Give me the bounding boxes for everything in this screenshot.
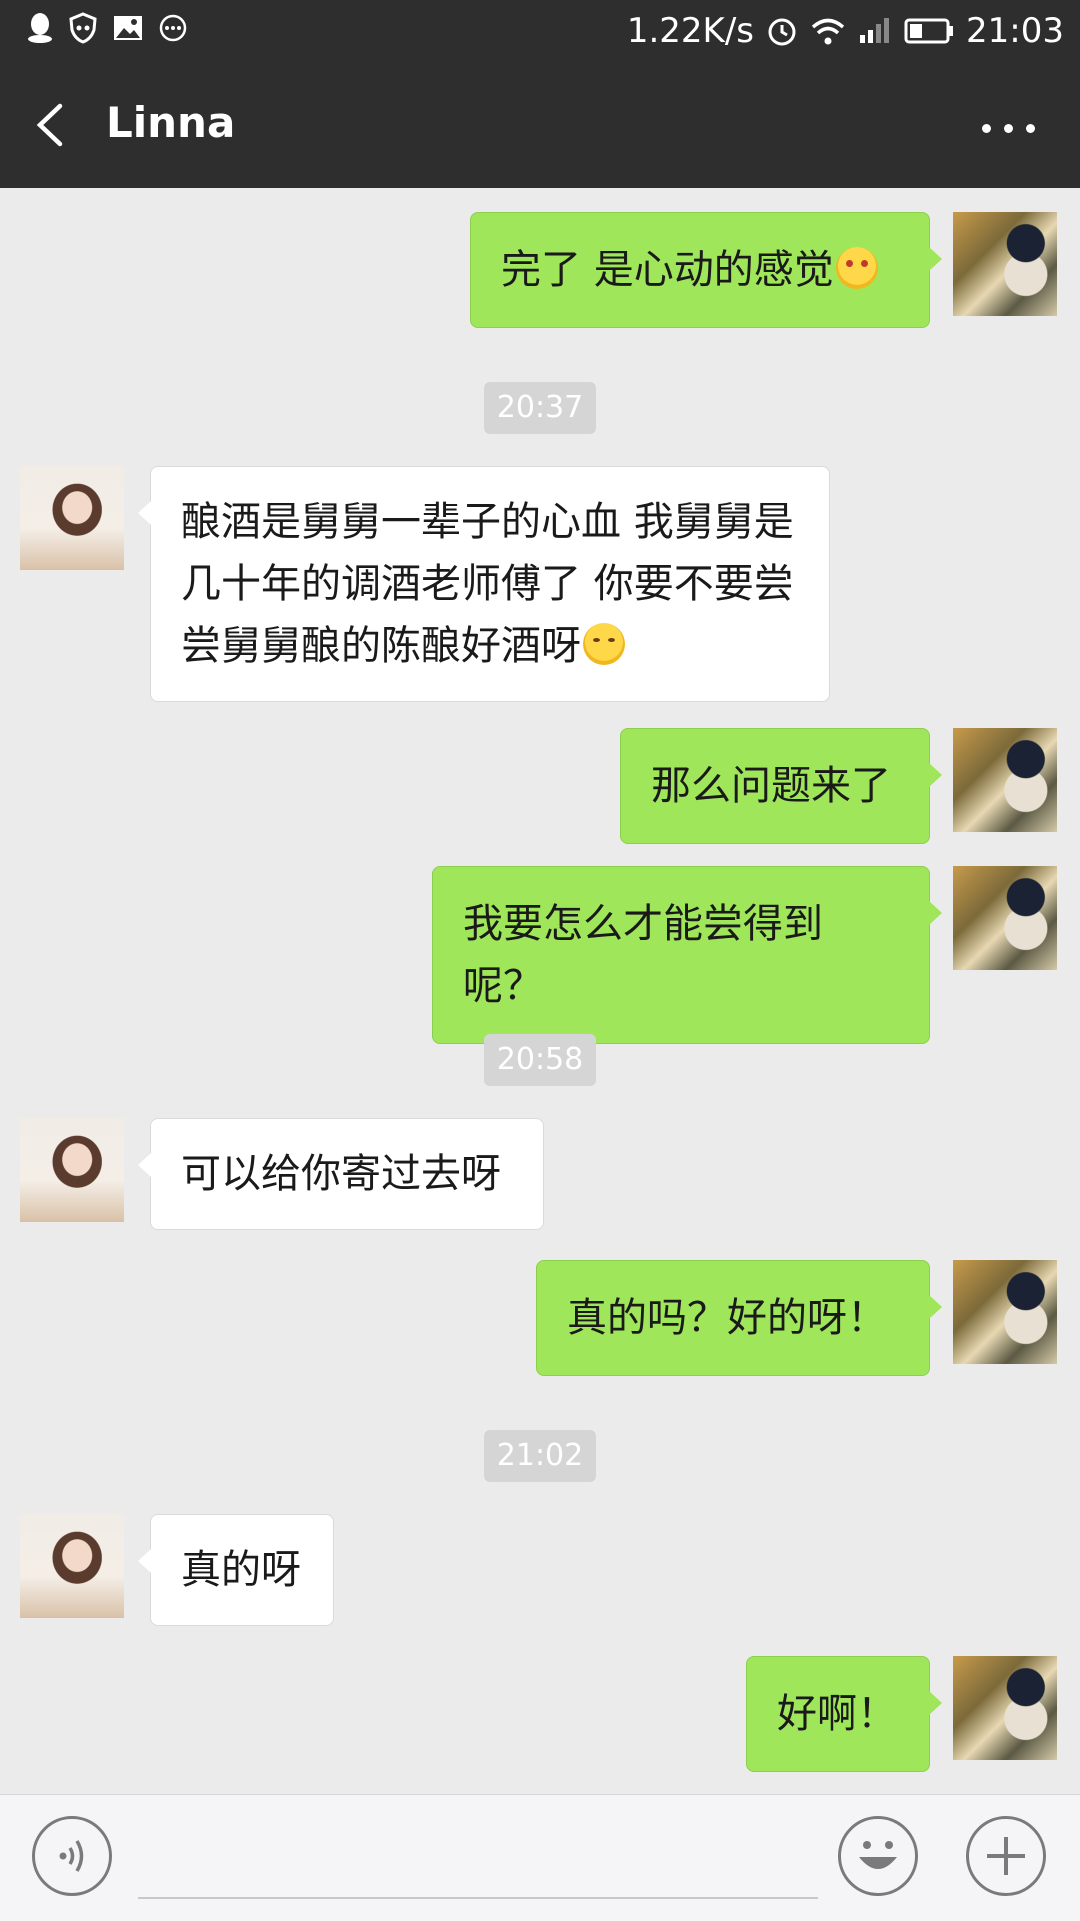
heart-eyes-emoji [835, 247, 878, 289]
message-bubble-outgoing[interactable]: 完了 是心动的感觉 [470, 212, 942, 328]
alarm-icon [768, 18, 796, 46]
avatar-self[interactable] [953, 212, 1057, 316]
shield-icon [69, 12, 97, 44]
notification-icons [26, 12, 188, 44]
message-bubble-outgoing[interactable]: 那么问题来了 [620, 728, 942, 844]
more-dot [1026, 124, 1035, 133]
smiley-icon [859, 1841, 897, 1869]
signal-icon [860, 18, 890, 43]
wifi-icon [811, 18, 845, 45]
avatar-linna[interactable] [20, 1118, 124, 1222]
chat-title: Linna [106, 98, 236, 147]
qq-icon [28, 13, 52, 43]
title-bar: Linna [0, 62, 1080, 188]
back-button[interactable] [30, 92, 90, 158]
chat-message-list[interactable]: 完了 是心动的感觉 20:37 酿酒是舅舅一辈子的心血 我舅舅是几十年的调酒老师… [0, 188, 1080, 1794]
message-input[interactable] [138, 1825, 822, 1895]
more-dot [982, 124, 991, 133]
more-dot [1004, 124, 1013, 133]
avatar-self[interactable] [953, 1656, 1057, 1760]
message-bubble-outgoing[interactable]: 好啊！ [746, 1656, 942, 1772]
message-bubble-outgoing[interactable]: 我要怎么才能尝得到呢？ [432, 866, 942, 1044]
clock: 21:03 [966, 11, 1064, 51]
message-text: 酿酒是舅舅一辈子的心血 我舅舅是几十年的调酒老师傅了 你要不要尝尝舅舅酿的陈酿好… [181, 499, 794, 669]
message-text: 好啊！ [777, 1691, 897, 1737]
input-bar [0, 1794, 1080, 1921]
avatar-self[interactable] [953, 728, 1057, 832]
add-more-button[interactable] [966, 1816, 1046, 1896]
image-icon [114, 16, 142, 40]
message-bubble-incoming[interactable]: 真的呀 [138, 1514, 334, 1626]
avatar-self[interactable] [953, 1260, 1057, 1364]
avatar-linna[interactable] [20, 1514, 124, 1618]
message-text: 我要怎么才能尝得到呢？ [463, 901, 823, 1009]
message-text: 完了 是心动的感觉 [501, 247, 834, 293]
voice-icon [59, 1840, 84, 1872]
timestamp: 20:37 [484, 382, 596, 434]
message-bubble-incoming[interactable]: 酿酒是舅舅一辈子的心血 我舅舅是几十年的调酒老师傅了 你要不要尝尝舅舅酿的陈酿好… [138, 466, 830, 702]
timestamp: 21:02 [484, 1430, 596, 1482]
input-underline [138, 1897, 818, 1899]
message-bubble-outgoing[interactable]: 真的吗？好的呀！ [536, 1260, 942, 1376]
timestamp: 20:58 [484, 1034, 596, 1086]
chevron-left-icon [36, 103, 63, 147]
battery-icon [904, 18, 954, 44]
avatar-self[interactable] [953, 866, 1057, 970]
more-options-button[interactable] [974, 102, 1044, 152]
plus-icon [987, 1837, 1025, 1875]
status-right: 1.22K/s 21:03 [627, 8, 1064, 54]
avatar-linna[interactable] [20, 466, 124, 570]
network-speed: 1.22K/s [626, 11, 755, 51]
message-text: 那么问题来了 [651, 763, 891, 809]
voice-input-button[interactable] [32, 1816, 112, 1896]
message-text: 真的吗？好的呀！ [567, 1295, 887, 1341]
more-circle-icon [159, 14, 187, 42]
status-bar: 1.22K/s 21:03 [0, 0, 1080, 62]
message-bubble-incoming[interactable]: 可以给你寄过去呀 [138, 1118, 544, 1230]
smile-emoji [583, 623, 625, 665]
emoji-button[interactable] [838, 1816, 918, 1896]
message-text: 真的呀 [181, 1547, 301, 1593]
message-text: 可以给你寄过去呀 [181, 1151, 501, 1197]
